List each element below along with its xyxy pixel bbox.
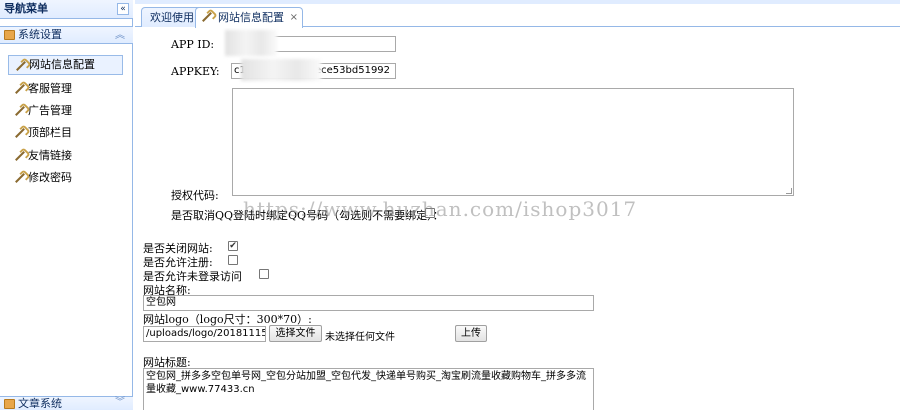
nav-item-friend-links[interactable]: 友情链接 <box>8 146 123 166</box>
nav-item-top-menu[interactable]: 顶部栏目 <box>8 123 123 143</box>
folder-icon <box>4 30 15 40</box>
tab-bar: 欢迎使用 网站信息配置 × <box>135 0 900 28</box>
nav-item-label: 修改密码 <box>28 171 72 184</box>
nav-item-label: 网站信息配置 <box>29 58 95 71</box>
site-title-textarea[interactable]: 空包网_拼多多空包单号网_空包分站加盟_空包代发_快递单号购买_淘宝刷流量收藏购… <box>143 368 594 410</box>
allow-guest-checkbox[interactable] <box>259 269 269 279</box>
wrench-icon <box>14 83 26 95</box>
close-icon[interactable]: × <box>290 8 298 27</box>
appkey-label: APPKEY: <box>171 65 220 78</box>
collapse-panel-icon[interactable]: « <box>117 3 129 15</box>
tab-label: 欢迎使用 <box>150 11 194 24</box>
close-site-checkbox[interactable]: ✔ <box>228 241 238 251</box>
appkey-value-end: ece53bd51992 <box>315 65 391 76</box>
auth-code-label: 授权代码: <box>171 189 219 202</box>
resize-handle-icon[interactable] <box>786 188 792 194</box>
nav-item-label: 友情链接 <box>28 149 72 162</box>
nav-item-label: 客服管理 <box>28 82 72 95</box>
tab-site-config[interactable]: 网站信息配置 × <box>195 7 303 28</box>
allow-register-checkbox[interactable] <box>228 255 238 265</box>
nav-item-label: 广告管理 <box>28 104 72 117</box>
wrench-icon <box>14 172 26 184</box>
nav-item-label: 顶部栏目 <box>28 126 72 139</box>
watermark-text: https://www.huzhan.com/ishop3017 <box>243 197 638 221</box>
nav-item-change-password[interactable]: 修改密码 <box>8 168 123 188</box>
tab-label: 网站信息配置 <box>218 11 284 24</box>
choose-file-button[interactable]: 选择文件 <box>269 325 322 342</box>
wrench-icon <box>14 150 26 162</box>
redacted-region <box>241 59 321 81</box>
nav-item-ads[interactable]: 广告管理 <box>8 101 123 121</box>
appid-label: APP ID: <box>171 38 215 51</box>
nav-title: 导航菜单 <box>4 2 48 15</box>
wrench-icon <box>201 11 213 23</box>
redacted-region <box>225 30 277 56</box>
site-name-field[interactable]: 空包网 <box>143 295 594 311</box>
nav-panel-header: 导航菜单 « <box>0 0 133 19</box>
nav-group-system-settings[interactable]: 系统设置 ︽ <box>0 26 133 44</box>
collapse-group-icon[interactable]: ︽ <box>115 28 125 44</box>
tab-welcome[interactable]: 欢迎使用 <box>141 7 203 27</box>
nav-group-articles[interactable]: 文章系统 ︾ <box>0 396 133 410</box>
wrench-icon <box>14 105 26 117</box>
nav-item-site-config[interactable]: 网站信息配置 <box>8 55 123 75</box>
nav-item-customer-service[interactable]: 客服管理 <box>8 79 123 99</box>
no-file-text: 未选择任何文件 <box>325 332 395 343</box>
nav-group-label: 系统设置 <box>18 28 62 41</box>
upload-button[interactable]: 上传 <box>455 325 487 342</box>
navigation-panel: 导航菜单 « 系统设置 ︽ 网站信息配置 客服管理 广告管理 顶部栏目 友情链接… <box>0 0 133 410</box>
auth-code-textarea[interactable] <box>232 88 794 196</box>
folder-icon <box>4 399 15 409</box>
expand-group-icon[interactable]: ︾ <box>115 396 125 409</box>
wrench-icon <box>15 60 27 72</box>
wrench-icon <box>14 127 26 139</box>
nav-group-label: 文章系统 <box>18 397 62 410</box>
logo-path-field[interactable]: /uploads/logo/20181115082( <box>143 326 266 342</box>
